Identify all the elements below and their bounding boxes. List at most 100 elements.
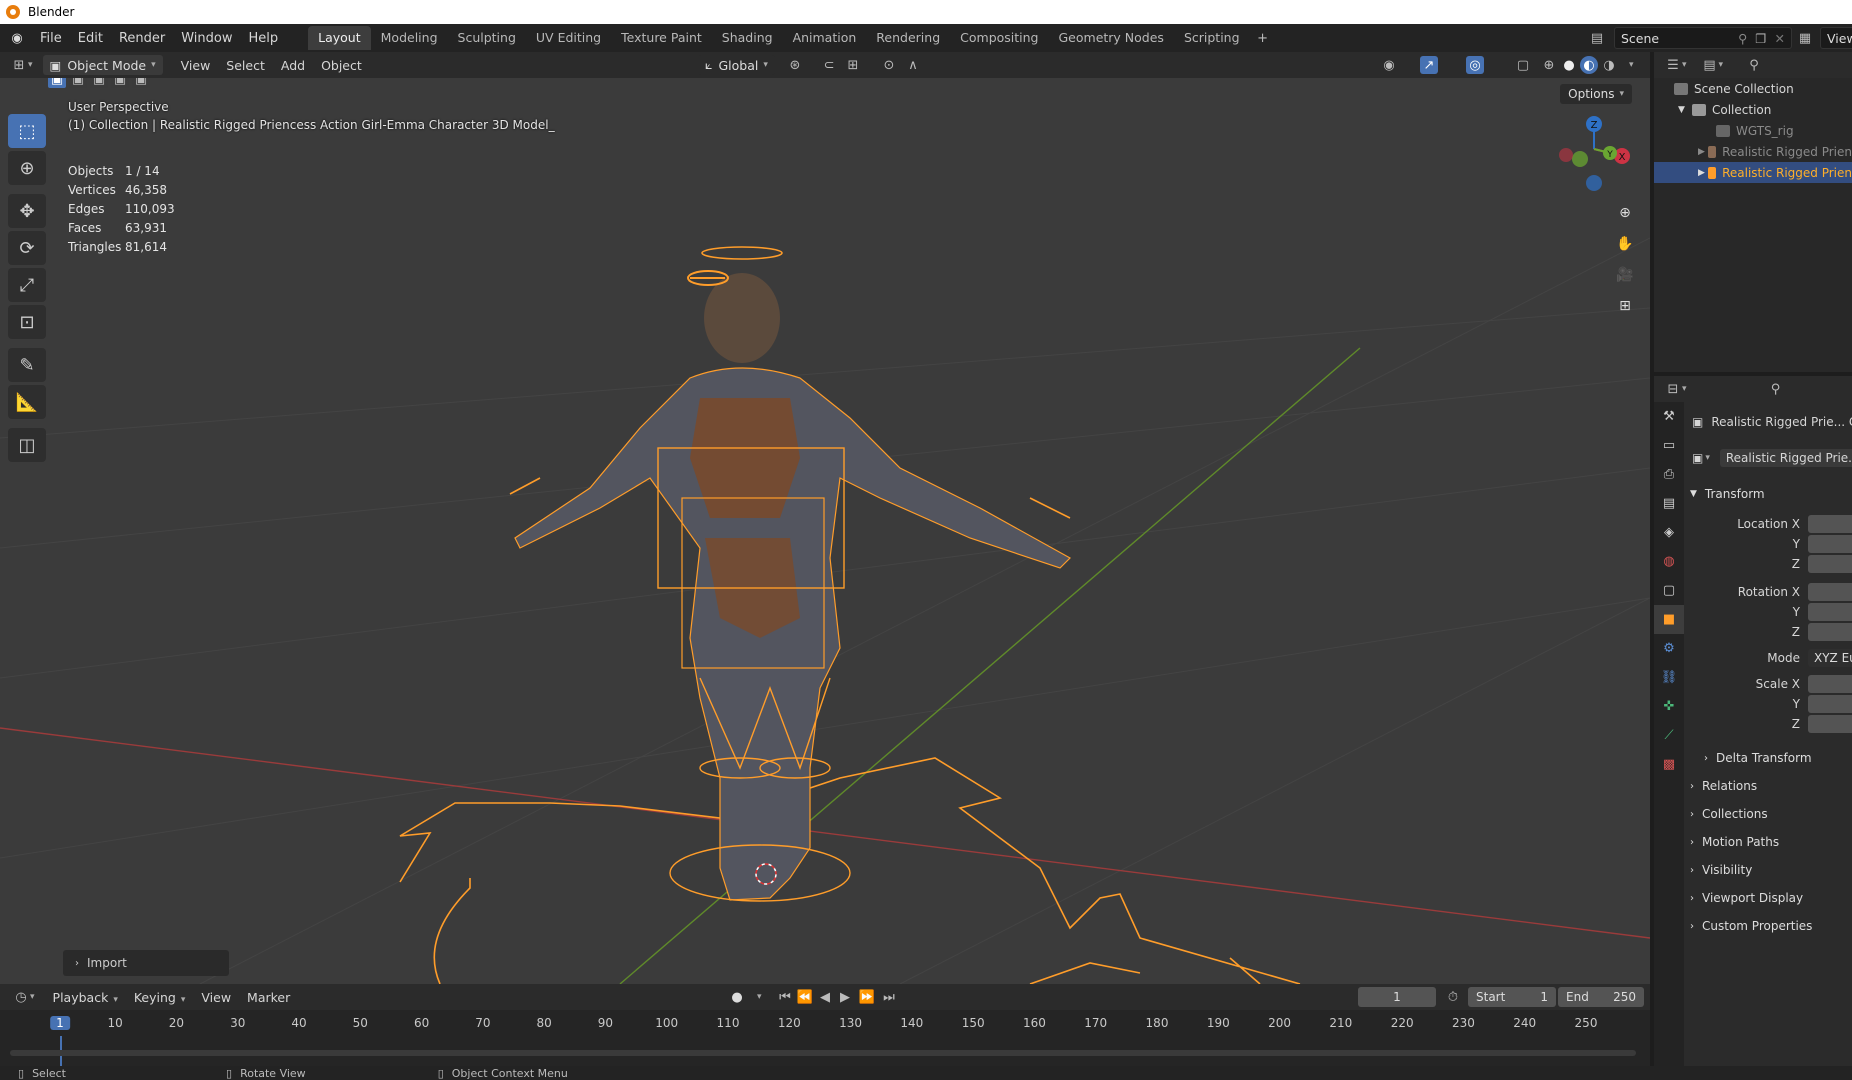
tab-animation[interactable]: Animation (783, 26, 867, 50)
select-extend-icon[interactable]: ▣ (69, 78, 87, 88)
end-frame-field[interactable]: End 250 (1558, 987, 1644, 1007)
menu-window[interactable]: Window (173, 31, 240, 46)
pin-icon[interactable]: ⚲ (1738, 31, 1747, 46)
solid-shading-icon[interactable]: ● (1560, 56, 1578, 74)
select-intersect-icon[interactable]: ▣ (132, 78, 150, 88)
select-subtract-icon[interactable]: ▣ (90, 78, 108, 88)
output-tab-icon[interactable]: ⎙ (1654, 460, 1684, 489)
editor-type-icon[interactable]: ⊞ (10, 56, 28, 74)
current-frame-field[interactable]: 1 (1358, 987, 1436, 1007)
transform-panel-header[interactable]: ▼ Transform (1690, 482, 1852, 506)
xray-icon[interactable]: ▢ (1514, 56, 1532, 74)
tab-sculpting[interactable]: Sculpting (448, 26, 526, 50)
search-icon[interactable]: ⚲ (1767, 380, 1785, 398)
last-operator-panel[interactable]: › Import (63, 950, 229, 976)
outliner-item-rig-1[interactable]: ▶ Realistic Rigged Prien (1654, 141, 1852, 162)
timeline[interactable]: 1 10 20 30 40 50 60 70 80 90 100 110 120 130 140 150 160… (0, 1010, 1650, 1066)
chevron-right-icon[interactable]: ▶ (1698, 147, 1708, 157)
chevron-down-icon[interactable]: ▾ (1719, 60, 1724, 70)
current-frame-marker[interactable]: 1 (50, 1016, 70, 1030)
display-mode-icon[interactable]: ▤ (1701, 56, 1719, 74)
chevron-down-icon[interactable]: ▾ (28, 60, 33, 70)
cursor-tool-icon[interactable]: ⊕ (8, 151, 46, 185)
scale-y-field[interactable] (1808, 695, 1852, 713)
menu-playback[interactable]: Playback ▾ (45, 990, 126, 1005)
select-box-tool-icon[interactable]: ⬚ (8, 114, 46, 148)
start-frame-field[interactable]: Start 1 (1468, 987, 1556, 1007)
chevron-right-icon[interactable]: ▶ (1698, 168, 1708, 178)
move-tool-icon[interactable]: ✥ (8, 194, 46, 228)
zoom-icon[interactable]: ⊕ (1612, 200, 1638, 226)
rotate-tool-icon[interactable]: ⟳ (8, 231, 46, 265)
falloff-icon[interactable]: ∧ (904, 56, 922, 74)
gizmo-toggle-icon[interactable]: ↗ (1420, 56, 1438, 74)
navigation-gizmo[interactable]: Z X Y (1559, 116, 1630, 191)
scale-x-field[interactable] (1808, 675, 1852, 693)
annotate-tool-icon[interactable]: ✎ (8, 348, 46, 382)
custom-properties-panel-header[interactable]: › Custom Properties (1690, 914, 1852, 938)
menu-view[interactable]: View (173, 58, 219, 73)
location-x-field[interactable] (1808, 515, 1852, 533)
perspective-toggle-icon[interactable]: ⊞ (1612, 293, 1638, 319)
tool-tab-icon[interactable]: ⚒ (1654, 402, 1684, 431)
next-keyframe-icon[interactable]: ⏩ (858, 988, 876, 1006)
chevron-down-icon[interactable]: ▼ (1678, 105, 1692, 115)
menu-marker[interactable]: Marker (239, 990, 298, 1005)
bone-tab-icon[interactable]: ⟋ (1654, 721, 1684, 750)
add-cube-tool-icon[interactable]: ◫ (8, 428, 46, 462)
outliner-collection[interactable]: ▼ Collection (1654, 99, 1852, 120)
outliner-item-wgts-rig[interactable]: WGTS_rig (1654, 120, 1852, 141)
chevron-down-icon[interactable]: ▾ (1682, 384, 1687, 394)
view-layer-icon[interactable]: ▦ (1796, 29, 1814, 47)
tab-scripting[interactable]: Scripting (1174, 26, 1250, 50)
blender-menu-icon[interactable]: ◉ (8, 29, 26, 47)
prev-keyframe-icon[interactable]: ⏪ (796, 988, 814, 1006)
menu-file[interactable]: File (32, 31, 70, 46)
record-icon[interactable]: ● (728, 988, 746, 1006)
outliner-item-rig-2[interactable]: ▶ Realistic Rigged Prien (1654, 162, 1852, 183)
tab-uv-editing[interactable]: UV Editing (526, 26, 611, 50)
scale-z-field[interactable] (1808, 715, 1852, 733)
outliner-editor-icon[interactable]: ☰ (1664, 56, 1682, 74)
tab-shading[interactable]: Shading (712, 26, 783, 50)
menu-select[interactable]: Select (218, 58, 273, 73)
mode-dropdown[interactable]: ▣ Object Mode ▾ (42, 55, 163, 75)
menu-add[interactable]: Add (273, 58, 313, 73)
play-icon[interactable]: ▶ (836, 988, 854, 1006)
delete-scene-icon[interactable]: ✕ (1775, 31, 1785, 46)
properties-editor-icon[interactable]: ⊟ (1664, 380, 1682, 398)
rotation-y-field[interactable] (1808, 603, 1852, 621)
timeline-editor-icon[interactable]: ◷ (12, 988, 30, 1006)
modifier-tab-icon[interactable]: ⚙ (1654, 634, 1684, 663)
view-layer-tab-icon[interactable]: ▤ (1654, 489, 1684, 518)
location-y-field[interactable] (1808, 535, 1852, 553)
scene-tab-icon[interactable]: ◈ (1654, 518, 1684, 547)
material-shading-icon[interactable]: ◐ (1580, 56, 1598, 74)
menu-edit[interactable]: Edit (70, 31, 111, 46)
world-tab-icon[interactable]: ◍ (1654, 547, 1684, 576)
camera-view-icon[interactable]: 🎥 (1612, 262, 1638, 288)
tab-rendering[interactable]: Rendering (866, 26, 950, 50)
snap-target-icon[interactable]: ⊞ (844, 56, 862, 74)
menu-keying[interactable]: Keying ▾ (126, 990, 194, 1005)
object-tab-icon[interactable]: ■ (1654, 605, 1684, 634)
object-data-tab-icon[interactable]: ✜ (1654, 692, 1684, 721)
rotation-x-field[interactable] (1808, 583, 1852, 601)
viewport-display-panel-header[interactable]: › Viewport Display (1690, 886, 1852, 910)
location-z-field[interactable] (1808, 555, 1852, 573)
chevron-down-icon[interactable]: ▾ (757, 992, 762, 1002)
jump-start-icon[interactable]: ⏮ (776, 988, 794, 1006)
search-icon[interactable]: ⚲ (1745, 56, 1763, 74)
pivot-icon[interactable]: ⊛ (786, 56, 804, 74)
3d-viewport[interactable]: Z X Y ⬚ ⊕ ✥ ⟳ ⤢ ⊡ ✎ 📐 ◫ ▣ ▣ ▣ ▣ ▣ User P… (0, 78, 1650, 984)
tab-geometry-nodes[interactable]: Geometry Nodes (1049, 26, 1174, 50)
scene-selector[interactable]: Scene ⚲ ❐ ✕ (1614, 27, 1792, 49)
chevron-down-icon[interactable]: ▾ (30, 992, 35, 1002)
rotation-mode-dropdown[interactable]: XYZ Eu (1808, 649, 1852, 667)
relations-panel-header[interactable]: › Relations (1690, 774, 1852, 798)
menu-timeline-view[interactable]: View (193, 990, 239, 1005)
motion-paths-panel-header[interactable]: › Motion Paths (1690, 830, 1852, 854)
scene-type-icon[interactable]: ▤ (1588, 29, 1606, 47)
select-new-icon[interactable]: ▣ (48, 78, 66, 88)
new-scene-icon[interactable]: ❐ (1755, 31, 1766, 46)
